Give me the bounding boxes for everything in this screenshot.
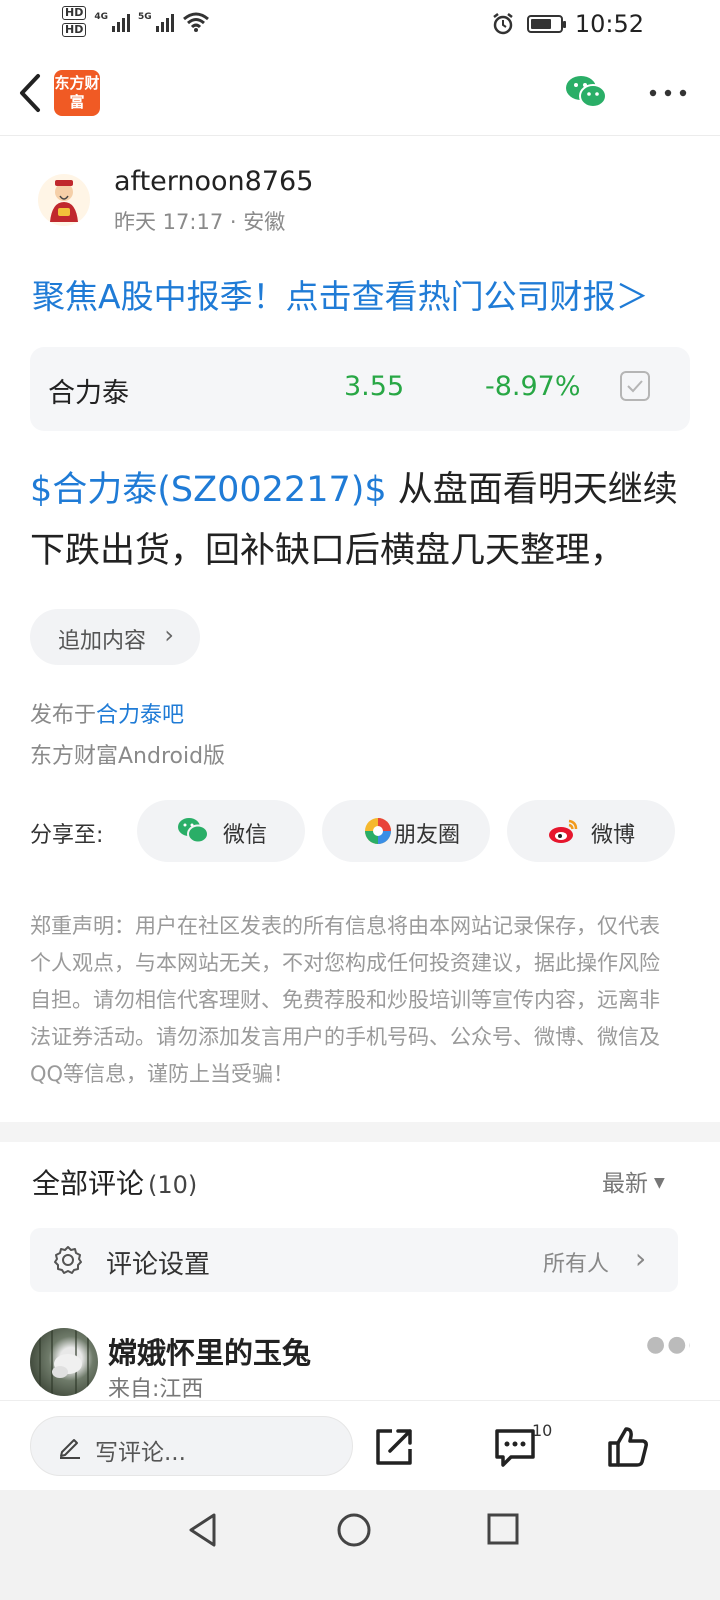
status-right: 10:52 bbox=[491, 10, 644, 38]
nav-back-icon[interactable] bbox=[186, 1512, 220, 1548]
moments-icon bbox=[365, 818, 391, 844]
nav-recents-icon[interactable] bbox=[486, 1512, 520, 1546]
status-left: HD HD 4G 5G bbox=[62, 6, 210, 37]
post-platform: 东方财富Android版 bbox=[30, 744, 226, 769]
comment-settings-label: 评论设置 bbox=[106, 1250, 211, 1280]
stock-name: 合力泰 bbox=[48, 378, 129, 409]
author-avatar[interactable] bbox=[38, 174, 90, 226]
post-content: $合力泰(SZ002217)$ 从盘面看明天继续下跌出货，回补缺口后横盘几天整理… bbox=[30, 460, 700, 582]
comment-settings-value: 所有人 bbox=[543, 1252, 610, 1277]
wechat-icon bbox=[178, 818, 209, 844]
published-prefix: 发布于 bbox=[30, 703, 97, 728]
comments-title: 全部评论 (10) bbox=[32, 1162, 197, 1202]
hd-badge-1: HD bbox=[62, 6, 87, 20]
commenter-location: 来自:江西 bbox=[108, 1377, 204, 1400]
sort-label: 最新 bbox=[602, 1171, 648, 1197]
bottom-action-bar: 写评论... 10 bbox=[0, 1400, 720, 1490]
share-out-icon[interactable] bbox=[372, 1425, 416, 1469]
weibo-icon bbox=[549, 819, 578, 843]
post-meta: 昨天 17:17 · 安徽 bbox=[114, 210, 286, 234]
stock-change: -8.97% bbox=[485, 371, 581, 402]
alarm-icon bbox=[493, 13, 513, 35]
nav-home-icon[interactable] bbox=[336, 1512, 372, 1548]
status-bar: HD HD 4G 5G 10:52 bbox=[0, 0, 720, 48]
stock-tag-link[interactable]: $合力泰(SZ002217)$ bbox=[30, 470, 387, 510]
author-avatar-image bbox=[50, 180, 78, 222]
wifi-icon bbox=[182, 12, 209, 32]
comment-placeholder: 写评论... bbox=[95, 1440, 186, 1466]
hd-badge-2: HD bbox=[62, 23, 87, 37]
write-comment-input[interactable]: 写评论... bbox=[30, 1416, 353, 1476]
section-divider bbox=[0, 1122, 720, 1142]
share-weibo-label: 微博 bbox=[591, 823, 636, 848]
net-label-4g: 4G bbox=[94, 11, 108, 22]
commenter-avatar[interactable] bbox=[30, 1328, 98, 1396]
system-nav-bar bbox=[0, 1490, 720, 1600]
top-header: 东方财富 bbox=[0, 50, 720, 136]
append-content-label: 追加内容 bbox=[58, 629, 147, 654]
signal-5g-icon: 5G bbox=[138, 12, 174, 32]
comment-count-badge: 10 bbox=[532, 1421, 553, 1440]
share-wechat-label: 微信 bbox=[223, 823, 268, 848]
commenter-name[interactable]: 嫦娥怀里的玉兔 bbox=[108, 1330, 311, 1372]
promo-banner-link[interactable]: 聚焦A股中报季！点击查看热门公司财报＞ bbox=[32, 270, 649, 318]
hd-indicators: HD HD bbox=[62, 6, 87, 37]
comments-count: (10) bbox=[148, 1171, 198, 1199]
comment-more-icon[interactable]: ●●● bbox=[646, 1332, 690, 1357]
comment-settings-row[interactable]: 评论设置 所有人 › bbox=[30, 1228, 678, 1292]
battery-icon bbox=[526, 15, 566, 33]
chevron-right-icon: › bbox=[635, 1242, 647, 1275]
wechat-icon[interactable] bbox=[564, 74, 608, 110]
signal-4g-icon: 4G bbox=[94, 12, 130, 32]
forum-bar-link[interactable]: 合力泰吧 bbox=[96, 703, 184, 728]
share-wechat-button[interactable]: 微信 bbox=[137, 800, 305, 862]
share-moments-button[interactable]: 朋友圈 bbox=[322, 800, 490, 862]
stock-card[interactable]: 合力泰 3.55 -8.97% bbox=[30, 347, 690, 431]
share-moments-label: 朋友圈 bbox=[394, 823, 461, 848]
like-icon[interactable] bbox=[606, 1425, 650, 1469]
append-content-button[interactable]: 追加内容 › bbox=[30, 609, 200, 665]
author-name[interactable]: afternoon8765 bbox=[114, 166, 313, 197]
back-icon[interactable] bbox=[14, 72, 46, 114]
checkbox-icon[interactable] bbox=[620, 371, 650, 401]
share-label: 分享至: bbox=[30, 823, 104, 848]
comments-sort-dropdown[interactable]: 最新 ▼ bbox=[602, 1164, 665, 1198]
battery-fill bbox=[530, 19, 551, 29]
net-label-5g: 5G bbox=[138, 11, 152, 22]
comment-icon[interactable] bbox=[493, 1425, 537, 1469]
app-logo[interactable]: 东方财富 bbox=[54, 70, 100, 116]
chevron-right-icon: › bbox=[164, 621, 174, 649]
commenter-avatar-image bbox=[39, 1328, 89, 1396]
clock: 10:52 bbox=[574, 10, 644, 38]
published-in: 发布于合力泰吧 bbox=[30, 697, 184, 729]
pen-icon bbox=[60, 1439, 80, 1459]
stock-price: 3.55 bbox=[344, 371, 405, 402]
more-icon[interactable] bbox=[648, 88, 688, 98]
disclaimer-text: 郑重声明：用户在社区发表的所有信息将由本网站记录保存，仅代表个人观点，与本网站无… bbox=[30, 914, 660, 1086]
comment-item[interactable]: 嫦娥怀里的玉兔 来自:江西 ●●● bbox=[30, 1326, 690, 1400]
gear-icon bbox=[54, 1246, 82, 1274]
comments-title-label: 全部评论 bbox=[32, 1167, 145, 1200]
share-weibo-button[interactable]: 微博 bbox=[507, 800, 675, 862]
caret-down-icon: ▼ bbox=[654, 1175, 665, 1191]
post-author[interactable]: afternoon8765 昨天 17:17 · 安徽 bbox=[38, 166, 678, 236]
